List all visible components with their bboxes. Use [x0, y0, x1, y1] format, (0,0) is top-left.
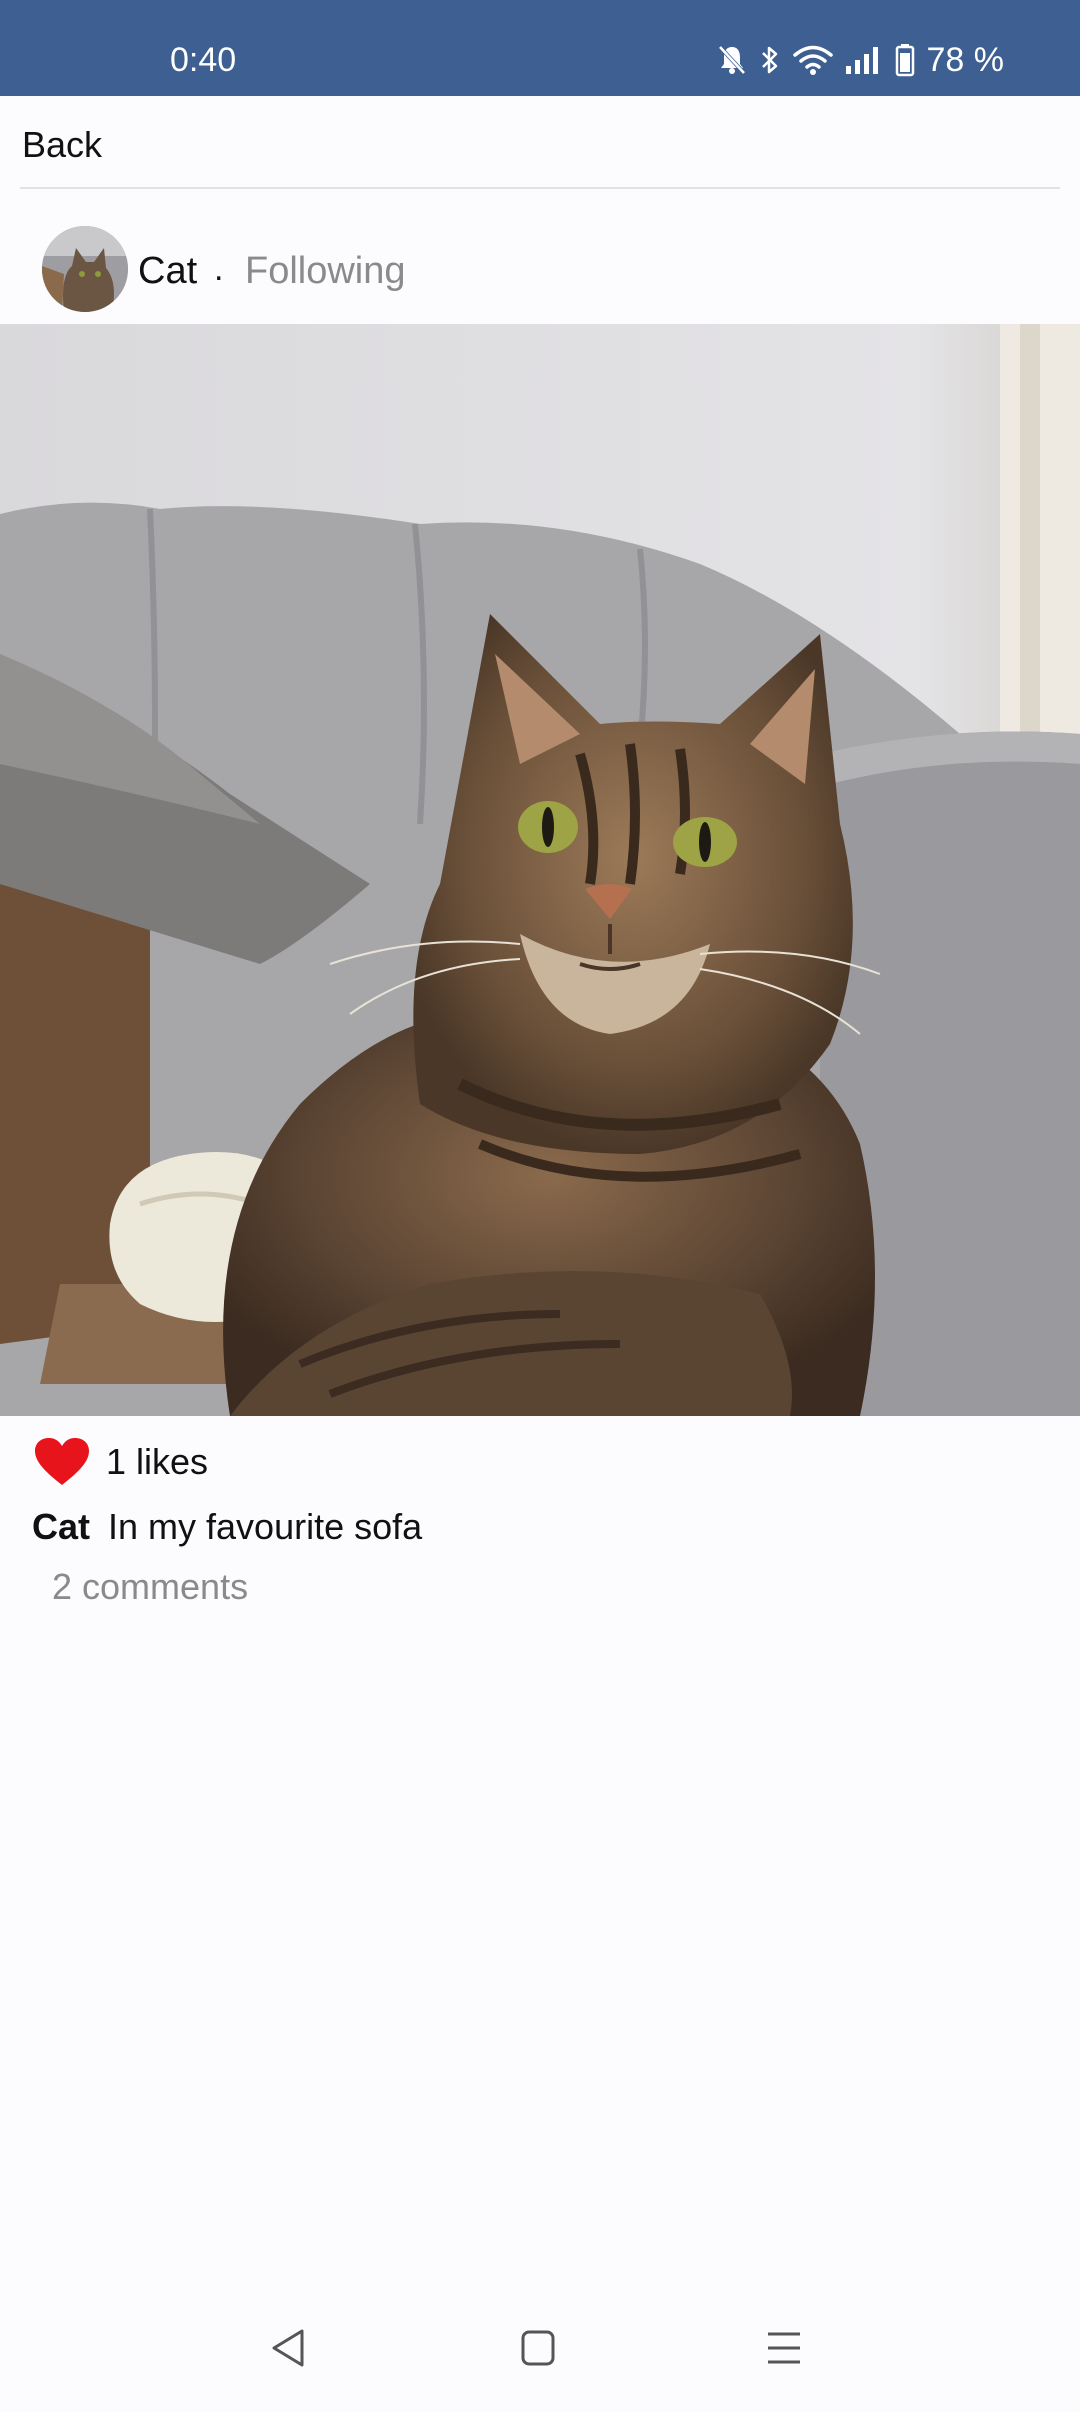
caption-row: Cat In my favourite sofa [32, 1506, 422, 1548]
avatar[interactable] [42, 226, 128, 312]
system-nav-bar [0, 2296, 1080, 2412]
status-icons: 78 % [717, 40, 1005, 80]
post-author[interactable]: Cat [138, 250, 197, 293]
bluetooth-icon [761, 46, 777, 74]
caption-author[interactable]: Cat [32, 1506, 90, 1547]
post-header: Cat . Following [0, 216, 1080, 326]
header: Back [0, 96, 1080, 188]
follow-status[interactable]: Following [245, 250, 406, 293]
header-divider [20, 187, 1060, 189]
post-image[interactable] [0, 324, 1080, 1416]
status-bar: 0:40 78 % [0, 0, 1080, 96]
wifi-icon [792, 45, 833, 75]
separator-dot: . [214, 250, 224, 288]
home-square-icon[interactable] [518, 2326, 558, 2370]
menu-lines-icon[interactable] [764, 2326, 804, 2370]
back-triangle-icon[interactable] [268, 2326, 308, 2370]
heart-icon[interactable] [34, 1437, 90, 1487]
likes-count: 1 likes [106, 1441, 209, 1482]
battery-percent: 78 % [926, 41, 1005, 79]
caption-text: In my favourite sofa [108, 1506, 423, 1547]
mute-icon [718, 45, 745, 75]
status-time: 0:40 [170, 41, 237, 79]
back-button[interactable]: Back [22, 124, 102, 166]
signal-icon [845, 47, 878, 74]
battery-icon [895, 44, 914, 77]
likes-row: 1 likes [34, 1432, 208, 1492]
comments-link[interactable]: 2 comments [52, 1566, 248, 1608]
